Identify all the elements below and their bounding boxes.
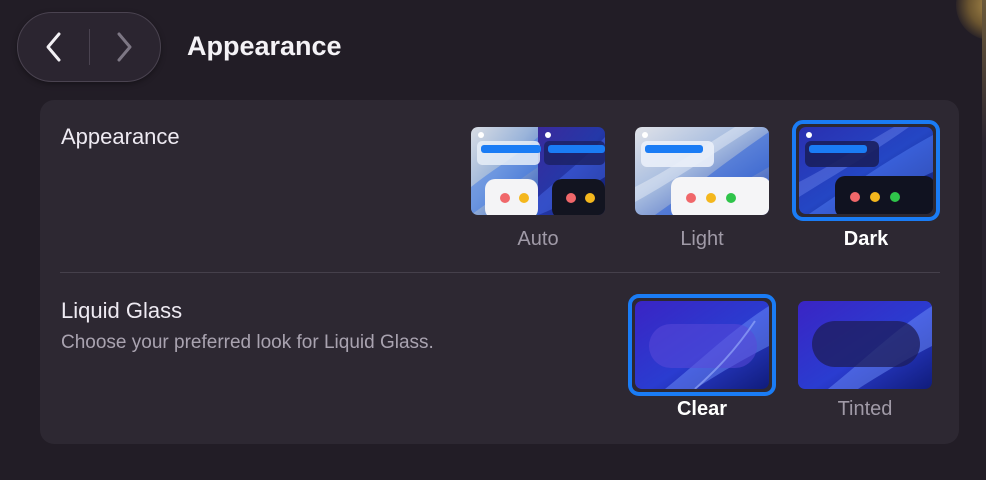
page-title: Appearance [187, 31, 342, 61]
tinted-option-label: Tinted [837, 398, 893, 420]
nav-button-group [17, 12, 161, 82]
liquid-glass-option-tinted[interactable]: Tinted [798, 301, 934, 423]
appearance-row-label: Appearance [61, 124, 180, 149]
dark-option-label: Dark [843, 228, 889, 250]
liquid-glass-description: Choose your preferred look for Liquid Gl… [61, 332, 434, 353]
clear-option-label: Clear [676, 398, 728, 420]
chevron-left-icon [46, 32, 61, 61]
window-edge [982, 0, 986, 480]
chevron-right-icon [117, 32, 132, 61]
clear-thumbnail [635, 301, 769, 389]
appearance-option-light[interactable]: Light [635, 127, 771, 250]
auto-thumbnail [471, 127, 605, 215]
liquid-glass-row-label: Liquid Glass [61, 298, 183, 323]
back-button[interactable] [18, 13, 90, 80]
settings-card: Appearance Auto Light Dark Liquid Glass … [40, 100, 959, 444]
light-thumbnail [635, 127, 769, 215]
auto-option-label: Auto [517, 228, 559, 250]
liquid-glass-option-clear[interactable]: Clear [628, 294, 776, 424]
light-option-label: Light [680, 228, 724, 250]
row-divider [60, 272, 940, 273]
appearance-option-auto[interactable]: Auto [471, 127, 607, 250]
forward-button[interactable] [88, 13, 160, 80]
appearance-option-dark[interactable]: Dark [792, 120, 940, 250]
dark-thumbnail [799, 127, 933, 214]
tinted-thumbnail [798, 301, 932, 389]
